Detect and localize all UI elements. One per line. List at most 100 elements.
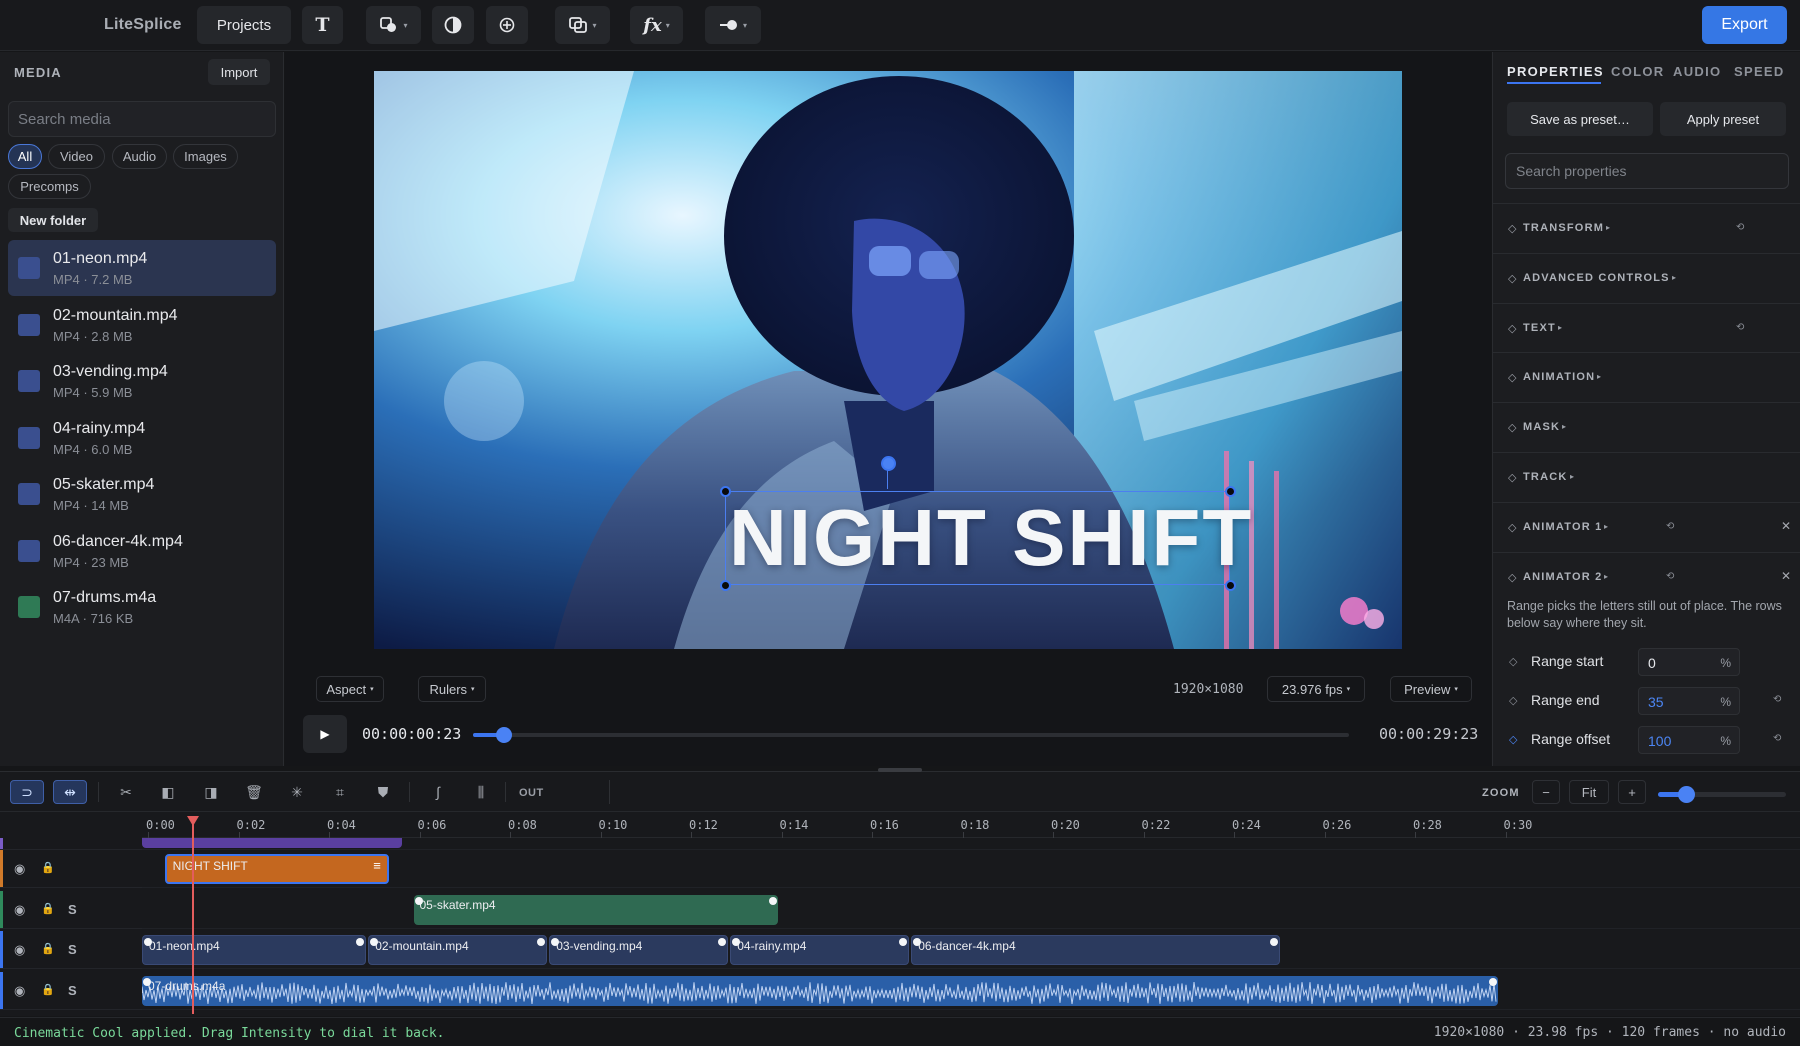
timeline-clip[interactable]: 03-vending.mp4 xyxy=(549,935,729,965)
split-left-button[interactable]: ◧ xyxy=(154,780,182,804)
property-section-track[interactable]: ◇ TRACK ▸ xyxy=(1493,452,1800,502)
visibility-eye-icon[interactable]: ◉ xyxy=(14,983,25,999)
property-section-mask[interactable]: ◇ MASK ▸ xyxy=(1493,402,1800,452)
clip-trim-handle-right[interactable] xyxy=(769,896,778,905)
media-item[interactable]: 06-dancer-4k.mp4 MP4 · 23 MB xyxy=(8,523,276,579)
reset-icon[interactable]: ⟲ xyxy=(1666,571,1674,582)
shapes-tool-button[interactable]: ▾ xyxy=(366,6,421,44)
keyframe-diamond-icon[interactable]: ◇ xyxy=(1508,371,1516,384)
overlay-tool-button[interactable]: ▾ xyxy=(555,6,610,44)
split-right-button[interactable]: ◨ xyxy=(197,780,225,804)
clip-trim-handle-left[interactable] xyxy=(414,896,423,905)
timeline-clip[interactable]: 06-dancer-4k.mp4 xyxy=(911,935,1281,965)
clip-trim-handle-right[interactable] xyxy=(356,938,365,946)
property-section-transform[interactable]: ◇ TRANSFORM ▸ ⟲ xyxy=(1493,203,1800,253)
zoom-slider-knob[interactable] xyxy=(1678,786,1696,803)
media-item[interactable]: 04-rainy.mp4 MP4 · 6.0 MB xyxy=(8,410,276,466)
timeline-clip[interactable]: NIGHT SHIFT ≡ xyxy=(164,854,389,884)
effects-tool-button[interactable]: fx ▾ xyxy=(630,6,683,44)
keyframe-diamond-icon[interactable]: ◇ xyxy=(1508,471,1516,484)
reset-icon[interactable]: ⟲ xyxy=(1666,521,1674,532)
preview-dropdown[interactable]: Preview ▾ xyxy=(1390,676,1472,702)
range-value-field[interactable]: 0% xyxy=(1638,648,1740,676)
visibility-eye-icon[interactable]: ◉ xyxy=(14,942,25,958)
solo-button[interactable]: S xyxy=(68,902,77,917)
property-section-animator-1[interactable]: ◇ ANIMATOR 1 ▸ ⟲ ✕ xyxy=(1493,501,1800,552)
marker-button[interactable]: ⛊ xyxy=(369,780,397,804)
transition-tool-button[interactable]: ▾ xyxy=(705,6,761,44)
color-tool-button[interactable] xyxy=(432,6,474,44)
ripple-toggle[interactable]: ⇹ xyxy=(53,780,87,804)
add-tool-button[interactable] xyxy=(486,6,528,44)
clip-trim-handle-right[interactable] xyxy=(537,938,546,946)
reset-icon[interactable]: ⟲ xyxy=(1773,733,1781,744)
zoom-out-button[interactable]: − xyxy=(1532,780,1560,804)
visibility-eye-icon[interactable]: ◉ xyxy=(14,902,25,918)
text-tool-button[interactable]: T xyxy=(302,6,343,44)
rotate-handle[interactable] xyxy=(881,456,896,471)
timeline-clip[interactable]: 05-skater.mp4 xyxy=(413,894,779,925)
zoom-fit-button[interactable]: Fit xyxy=(1569,780,1609,804)
filter-chip-images[interactable]: Images xyxy=(173,144,238,169)
scrubber-track[interactable] xyxy=(473,727,1349,743)
keyframe-diamond-icon[interactable]: ◇ xyxy=(1508,322,1516,335)
new-folder-button[interactable]: New folder xyxy=(8,208,98,232)
visibility-eye-icon[interactable]: ◉ xyxy=(14,861,25,877)
timeline-clip[interactable] xyxy=(142,838,402,848)
curve-button[interactable]: ∫ xyxy=(424,780,452,804)
range-value-field[interactable]: 100% xyxy=(1638,726,1740,754)
play-button[interactable]: ▶ xyxy=(303,715,347,753)
playhead-line[interactable] xyxy=(192,816,194,1014)
overlay-title-text[interactable]: NIGHT SHIFT xyxy=(729,498,1253,578)
clip-trim-handle-right[interactable] xyxy=(1488,977,1497,986)
media-search-input[interactable] xyxy=(8,101,276,137)
timeline-clip[interactable]: 02-mountain.mp4 xyxy=(368,935,548,965)
property-section-animator-2[interactable]: ◇ ANIMATOR 2 ▸ ⟲ ✕ xyxy=(1493,551,1800,602)
apply-preset-button[interactable]: Apply preset xyxy=(1660,102,1786,136)
filter-chip-audio[interactable]: Audio xyxy=(112,144,167,169)
media-item[interactable]: 07-drums.m4a M4A · 716 KB xyxy=(8,579,276,635)
lock-icon[interactable]: 🔒 xyxy=(41,902,55,915)
cut-button[interactable]: ✂ xyxy=(112,780,140,804)
media-item[interactable]: 01-neon.mp4 MP4 · 7.2 MB xyxy=(8,240,276,296)
close-icon[interactable]: ✕ xyxy=(1781,519,1791,533)
tab-speed[interactable]: SPEED xyxy=(1734,64,1785,79)
freeze-button[interactable]: ✳ xyxy=(283,780,311,804)
keyframe-diamond-icon[interactable]: ◇ xyxy=(1509,694,1517,707)
reset-icon[interactable]: ⟲ xyxy=(1773,694,1781,705)
property-section-animation[interactable]: ◇ ANIMATION ▸ xyxy=(1493,352,1800,402)
solo-button[interactable]: S xyxy=(68,983,77,998)
timeline-clip[interactable]: 01-neon.mp4 xyxy=(142,935,367,965)
filter-chip-video[interactable]: Video xyxy=(48,144,105,169)
keyframe-diamond-icon[interactable]: ◇ xyxy=(1508,521,1516,534)
audio-levels-button[interactable]: ⫼ xyxy=(467,780,495,804)
clip-trim-handle-right[interactable] xyxy=(718,938,727,946)
media-item[interactable]: 03-vending.mp4 MP4 · 5.9 MB xyxy=(8,353,276,409)
video-preview[interactable]: NIGHT SHIFT xyxy=(374,71,1402,649)
clip-menu-icon[interactable]: ≡ xyxy=(373,858,381,873)
media-item[interactable]: 02-mountain.mp4 MP4 · 2.8 MB xyxy=(8,297,276,353)
delete-button[interactable]: 🗑 xyxy=(240,780,268,804)
scrubber-knob[interactable] xyxy=(495,727,512,743)
tab-color[interactable]: COLOR xyxy=(1611,64,1664,79)
keyframe-diamond-icon[interactable]: ◇ xyxy=(1508,222,1516,235)
tab-properties[interactable]: PROPERTIES xyxy=(1507,64,1604,79)
media-item[interactable]: 05-skater.mp4 MP4 · 14 MB xyxy=(8,466,276,522)
property-section-text[interactable]: ◇ TEXT ▸ ⟲ xyxy=(1493,302,1800,353)
close-icon[interactable]: ✕ xyxy=(1781,569,1791,583)
lock-icon[interactable]: 🔒 xyxy=(41,983,55,996)
filter-chip-precomps[interactable]: Precomps xyxy=(8,174,91,199)
clip-trim-handle-left[interactable] xyxy=(144,938,152,946)
keyframe-diamond-icon[interactable]: ◇ xyxy=(1508,272,1516,285)
tab-audio[interactable]: AUDIO xyxy=(1673,64,1721,79)
time-ruler[interactable]: 0:00 0:02 0:04 0:06 0:08 0:10 0:12 0:14 0:16 0:18… xyxy=(142,812,1800,838)
clip-trim-handle-right[interactable] xyxy=(1270,938,1279,946)
solo-button[interactable]: S xyxy=(68,942,77,957)
zoom-slider[interactable] xyxy=(1658,786,1786,803)
crop-button[interactable]: ⌗ xyxy=(326,780,354,804)
import-button[interactable]: Import xyxy=(208,59,270,85)
reset-icon[interactable]: ⟲ xyxy=(1736,222,1744,233)
lock-icon[interactable]: 🔒 xyxy=(41,942,55,955)
keyframe-diamond-icon[interactable]: ◇ xyxy=(1509,655,1517,668)
save-preset-button[interactable]: Save as preset… xyxy=(1507,102,1653,136)
